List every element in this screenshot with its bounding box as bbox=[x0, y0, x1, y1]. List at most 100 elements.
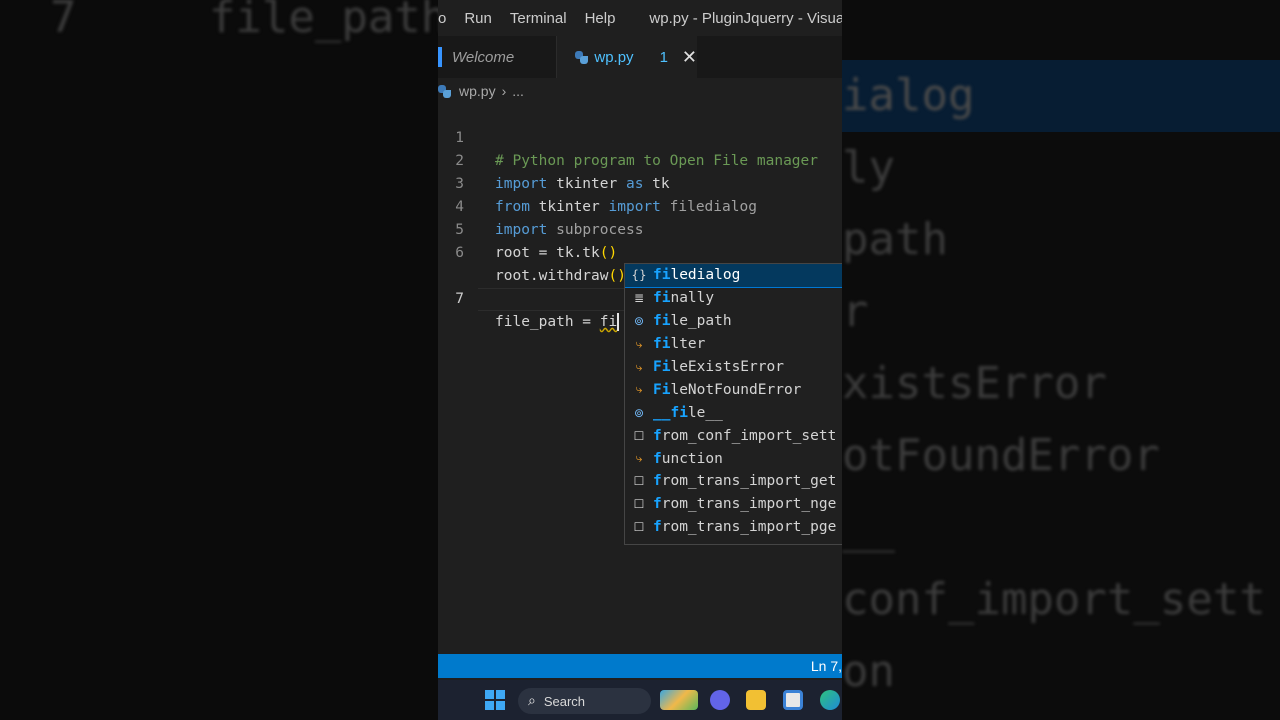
code-line: 1 # Python program to Open File manager bbox=[438, 104, 842, 169]
suggestion-item[interactable]: ☐ from_trans_import_get bbox=[625, 470, 842, 493]
match-prefix: fi bbox=[653, 336, 671, 353]
code-line: 5 root = tk.tk() bbox=[438, 196, 842, 261]
python-icon bbox=[438, 84, 451, 98]
background-zoom-right: ialog ly path r xistsError otFoundError … bbox=[842, 0, 1280, 720]
match-prefix: Fi bbox=[653, 359, 671, 375]
background-text: otFoundError bbox=[842, 430, 1160, 481]
match-prefix: __fi bbox=[653, 404, 688, 421]
variable-icon: ⊚ bbox=[633, 314, 645, 329]
code-line: 3 from tkinter import filedialog bbox=[438, 150, 842, 215]
cursor-position[interactable]: Ln 7, bbox=[811, 658, 842, 674]
suggestion-label: leExistsError bbox=[670, 359, 784, 375]
background-text: xistsError bbox=[842, 358, 1107, 409]
background-text: ialog bbox=[842, 70, 975, 121]
suggestion-label: le__ bbox=[687, 404, 723, 421]
background-text: on bbox=[842, 646, 895, 697]
breadcrumb: wp.py › ... bbox=[438, 80, 524, 102]
edge-browser-icon[interactable] bbox=[820, 690, 840, 710]
match-prefix: f bbox=[653, 519, 662, 536]
editor-tabs: Welcome wp.py 1 ✕ bbox=[438, 36, 842, 78]
suggestion-item[interactable]: ⊚ file_path bbox=[625, 310, 842, 333]
background-text: ly bbox=[842, 142, 895, 193]
match-prefix: Fi bbox=[653, 381, 671, 398]
match-prefix: f bbox=[653, 496, 662, 513]
suggestion-label: lter bbox=[670, 336, 706, 353]
module-icon: {} bbox=[631, 268, 647, 283]
vscode-icon bbox=[438, 47, 442, 67]
snippet-icon: ☐ bbox=[633, 474, 645, 489]
status-bar: Ln 7, bbox=[438, 654, 842, 678]
widgets-icon[interactable] bbox=[660, 690, 698, 710]
code-line: 2 import tkinter as tk bbox=[438, 127, 842, 192]
code-line: 4 import subprocess bbox=[438, 173, 842, 238]
background-text: __ bbox=[842, 502, 895, 553]
suggestion-item[interactable]: ☐ from_trans_import_nge bbox=[625, 493, 842, 516]
taskbar-search[interactable]: ⌕ Search bbox=[518, 688, 651, 714]
window-title: wp.py - PluginJquerry - Visual bbox=[649, 9, 842, 27]
windows-start-icon[interactable] bbox=[485, 690, 505, 710]
match-prefix: f bbox=[653, 473, 662, 490]
suggestion-label: nally bbox=[670, 290, 715, 307]
code-text: file_path = fi bbox=[495, 313, 620, 331]
class-icon: ⤷ bbox=[635, 359, 643, 374]
suggestion-label: le_path bbox=[670, 313, 732, 330]
suggestion-item[interactable]: ☐ from_conf_import_sett bbox=[625, 424, 842, 447]
snippet-icon: ☐ bbox=[633, 428, 645, 443]
menu-item-go[interactable]: o bbox=[438, 10, 446, 27]
class-icon: ⤷ bbox=[635, 451, 643, 466]
code-line-active: 7 file_path = fi bbox=[438, 242, 842, 331]
class-icon: ⤷ bbox=[635, 336, 643, 351]
suggestion-label: rom_trans_import_nge bbox=[661, 496, 837, 513]
tab-label: wp.py bbox=[594, 48, 634, 66]
match-prefix: fi bbox=[653, 290, 671, 307]
folder-icon[interactable] bbox=[746, 690, 766, 710]
suggestion-item[interactable]: ☐ from_trans_import_pge bbox=[625, 516, 842, 539]
menu-item-run[interactable]: Run bbox=[464, 10, 492, 27]
suggestion-label: rom_trans_import_pge bbox=[661, 519, 837, 536]
breadcrumb-file[interactable]: wp.py bbox=[459, 83, 496, 99]
python-icon bbox=[575, 50, 589, 64]
background-text: conf_import_sett bbox=[842, 574, 1266, 625]
match-prefix: fi bbox=[653, 267, 671, 284]
snippet-icon: ☐ bbox=[633, 520, 645, 535]
code-line: 6 root.withdraw() bbox=[438, 219, 842, 284]
snippet-icon: ☐ bbox=[633, 497, 645, 512]
suggestion-item[interactable]: {} filedialog bbox=[625, 264, 842, 288]
menu-item-help[interactable]: Help bbox=[585, 10, 616, 27]
match-prefix: fi bbox=[653, 313, 671, 330]
background-text: 7 file_path bbox=[50, 0, 438, 43]
background-zoom-left: 7 file_path bbox=[0, 0, 438, 720]
code-text: root.withdraw() bbox=[495, 268, 626, 284]
store-icon[interactable] bbox=[783, 690, 803, 710]
chevron-right-icon: › bbox=[501, 83, 507, 99]
background-text: path bbox=[842, 214, 948, 265]
menu-item-terminal[interactable]: Terminal bbox=[510, 10, 567, 27]
close-icon[interactable]: ✕ bbox=[682, 47, 697, 68]
suggestion-item[interactable]: ≣ finally bbox=[625, 287, 842, 310]
variable-icon: ⊚ bbox=[633, 405, 645, 420]
suggestion-item[interactable]: ⤷ filter bbox=[625, 333, 842, 356]
suggestion-label: unction bbox=[661, 450, 723, 467]
line-number: 7 bbox=[455, 291, 464, 307]
suggestion-item[interactable]: ⤷ function bbox=[625, 447, 842, 470]
problems-badge: 1 bbox=[659, 48, 668, 66]
vscode-window: o Run Terminal Help wp.py - PluginJquerr… bbox=[438, 0, 842, 720]
background-text: r bbox=[842, 286, 869, 337]
class-icon: ⤷ bbox=[635, 382, 643, 397]
autocomplete-suggestions: {} filedialog ≣ finally ⊚ file_path ⤷ fi… bbox=[624, 263, 842, 545]
chat-icon[interactable] bbox=[710, 690, 730, 710]
suggestion-label: rom_conf_import_sett bbox=[661, 427, 837, 444]
tab-wp-py[interactable]: wp.py 1 ✕ bbox=[557, 36, 697, 78]
suggestion-item[interactable]: ⤷ FileExistsError bbox=[625, 356, 842, 379]
match-prefix: f bbox=[653, 427, 662, 444]
menu-bar: o Run Terminal Help wp.py - PluginJquerr… bbox=[438, 0, 842, 36]
tab-label: Welcome bbox=[452, 48, 515, 66]
search-icon: ⌕ bbox=[528, 693, 536, 709]
suggestion-item[interactable]: ⤷ FileNotFoundError bbox=[625, 378, 842, 401]
tab-welcome[interactable]: Welcome bbox=[438, 36, 557, 78]
suggestion-label: leNotFoundError bbox=[670, 381, 802, 398]
suggestion-item[interactable]: ⊚ __file__ bbox=[625, 401, 842, 424]
keyword-icon: ≣ bbox=[633, 291, 645, 306]
windows-taskbar: ⌕ Search bbox=[438, 680, 842, 720]
breadcrumb-more[interactable]: ... bbox=[512, 83, 524, 99]
